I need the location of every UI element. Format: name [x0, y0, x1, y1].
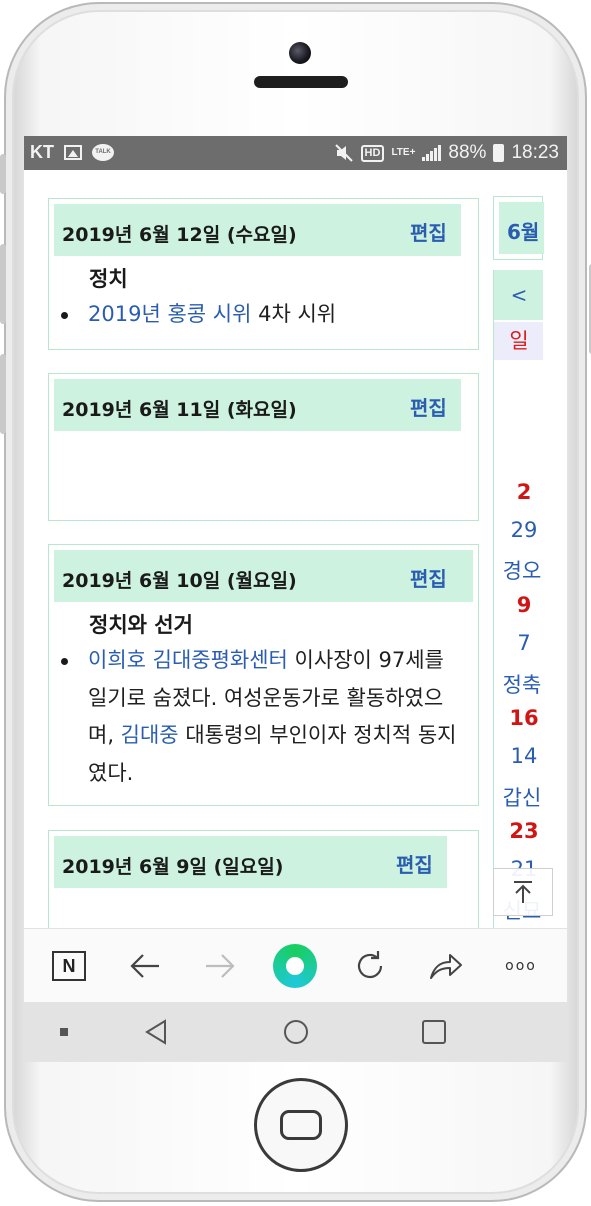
- calendar-panel: < 일 229경오97정축1614갑신2321신묘: [493, 270, 543, 928]
- day-card: 2019년 6월 12일 (수요일) 편집 정치 2019년 홍콩 시위 4차 …: [48, 198, 479, 350]
- day-card: 2019년 6월 11일 (화요일) 편집: [48, 373, 479, 521]
- carrier-label: KT: [30, 142, 54, 162]
- item-text: 4차 시위: [251, 302, 337, 326]
- bullet: [61, 658, 68, 665]
- hd-voice-icon: HD: [360, 144, 385, 162]
- calendar-month[interactable]: 6월: [499, 202, 544, 254]
- edit-link[interactable]: 편집: [410, 563, 447, 592]
- gallery-icon: [64, 145, 82, 160]
- square-recents-icon: [422, 1020, 446, 1044]
- day-header: 2019년 6월 11일 (화요일) 편집: [54, 379, 461, 431]
- share-icon: [430, 954, 462, 979]
- home-square-icon: [280, 1110, 322, 1140]
- bullet: [61, 312, 68, 319]
- refresh-button[interactable]: [347, 943, 393, 989]
- calendar-cell[interactable]: 2: [494, 480, 543, 504]
- small-square-icon: [60, 1028, 68, 1036]
- calendar-sunday-label: 일: [494, 322, 543, 360]
- volume-down-button: [0, 354, 6, 434]
- list-item: 이희호 김대중평화센터 이사장이 97세를 일기로 숨졌다. 여성운동가로 활동…: [88, 642, 458, 792]
- calendar-prev-button[interactable]: <: [494, 270, 543, 320]
- article-link[interactable]: 김대중: [121, 723, 179, 747]
- calendar-cell[interactable]: 정축: [494, 669, 543, 699]
- nav-back-button[interactable]: [138, 1014, 174, 1050]
- edit-link[interactable]: 편집: [410, 217, 447, 246]
- arrow-left-icon: [130, 954, 159, 978]
- lte-icon: LTE+: [391, 147, 416, 158]
- scroll-to-top-button[interactable]: [493, 868, 553, 916]
- nav-recents-button[interactable]: [416, 1014, 452, 1050]
- triangle-back-icon: [145, 1019, 166, 1045]
- more-button[interactable]: ooo: [498, 943, 544, 989]
- calendar-cell[interactable]: 갑신: [494, 782, 543, 812]
- volume-key: [0, 154, 6, 194]
- day-title: 2019년 6월 11일 (화요일): [62, 399, 297, 421]
- volume-up-button: [0, 244, 6, 324]
- refresh-icon: [357, 951, 383, 979]
- circle-home-icon: [284, 1020, 308, 1044]
- more-dots-icon: ooo: [505, 958, 537, 974]
- battery-percent: 88%: [448, 142, 487, 163]
- calendar-header-box: 6월: [493, 196, 544, 260]
- browser-toolbar: N ooo: [24, 928, 567, 1002]
- day-header: 2019년 6월 9일 (일요일) 편집: [54, 836, 447, 888]
- green-window-icon: [273, 944, 317, 988]
- back-button[interactable]: [122, 943, 168, 989]
- calendar-cell[interactable]: 16: [494, 706, 543, 730]
- day-card: 2019년 6월 10일 (월요일) 편집 정치와 선거 이희호 김대중평화센터…: [48, 544, 479, 806]
- day-header: 2019년 6월 12일 (수요일) 편집: [54, 204, 461, 256]
- status-bar: KT TALK HD LTE+ 88% 18:23: [24, 136, 567, 170]
- edit-link[interactable]: 편집: [396, 849, 433, 878]
- calendar-cell[interactable]: 14: [494, 744, 543, 768]
- screen: KT TALK HD LTE+ 88% 18:23 2019년 6월 12일 (…: [24, 136, 567, 1062]
- arrow-right-icon: [206, 954, 235, 978]
- section-title: 정치: [89, 267, 128, 291]
- android-nav-bar: [24, 1002, 567, 1062]
- list-item: 2019년 홍콩 시위 4차 시위: [88, 296, 458, 334]
- day-card: 2019년 6월 9일 (일요일) 편집: [48, 830, 479, 928]
- day-title: 2019년 6월 10일 (월요일): [62, 570, 297, 592]
- green-dot-button[interactable]: [272, 943, 318, 989]
- edit-link[interactable]: 편집: [410, 392, 447, 421]
- day-title: 2019년 6월 12일 (수요일): [62, 224, 297, 246]
- calendar-cell[interactable]: 7: [494, 631, 543, 655]
- arrow-up-icon: [514, 881, 532, 903]
- article-link[interactable]: 이희호 김대중평화센터: [88, 648, 288, 672]
- mute-icon: [334, 144, 353, 162]
- front-camera: [289, 42, 311, 64]
- calendar-cell[interactable]: 23: [494, 819, 543, 843]
- signal-icon: [422, 145, 442, 161]
- day-header: 2019년 6월 10일 (월요일) 편집: [54, 550, 473, 602]
- calendar-cell[interactable]: 9: [494, 593, 543, 617]
- calendar-cell[interactable]: 29: [494, 518, 543, 542]
- earpiece-speaker: [254, 76, 348, 88]
- forward-button[interactable]: [197, 943, 243, 989]
- battery-icon: [493, 144, 505, 162]
- section-title: 정치와 선거: [89, 613, 193, 637]
- kakaotalk-icon: TALK: [92, 144, 114, 161]
- share-button[interactable]: [423, 943, 469, 989]
- nav-home-button[interactable]: [278, 1014, 314, 1050]
- article-link[interactable]: 2019년 홍콩 시위: [88, 302, 251, 326]
- page-content[interactable]: 2019년 6월 12일 (수요일) 편집 정치 2019년 홍콩 시위 4차 …: [24, 170, 567, 928]
- naver-icon: N: [52, 951, 86, 981]
- day-title: 2019년 6월 9일 (일요일): [62, 856, 284, 878]
- calendar-cell[interactable]: 경오: [494, 555, 543, 585]
- naver-home-button[interactable]: N: [46, 943, 92, 989]
- clock: 18:23: [511, 142, 559, 163]
- menu-dot-button[interactable]: [46, 1014, 82, 1050]
- home-button[interactable]: [254, 1078, 348, 1172]
